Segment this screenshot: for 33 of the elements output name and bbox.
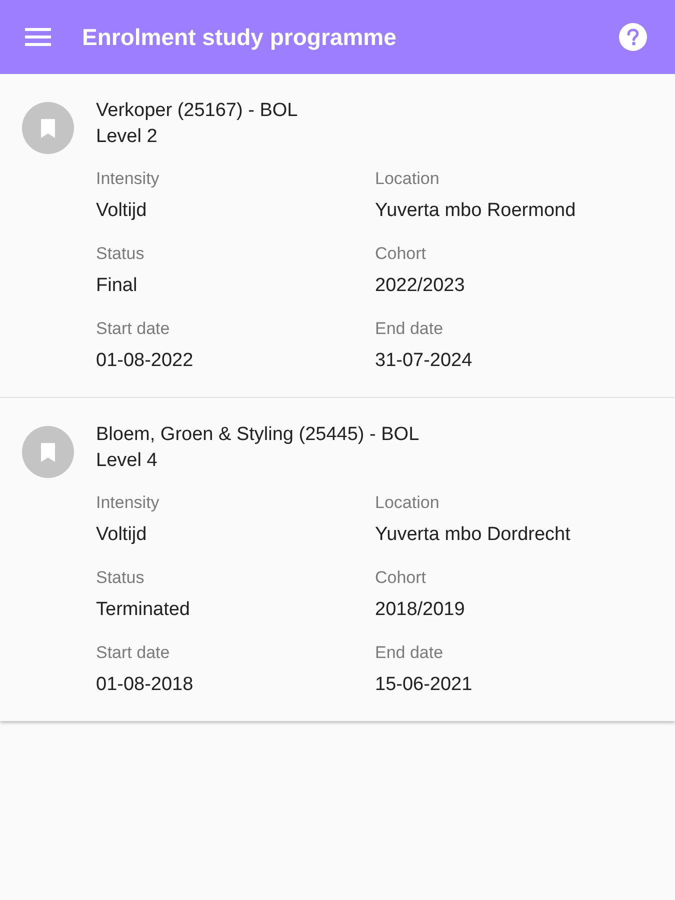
field-label: Cohort <box>375 568 428 588</box>
field-value: 01-08-2018 <box>96 673 194 697</box>
field-value: 31-07-2024 <box>375 349 474 373</box>
programme-title: Verkoper (25167) - BOL <box>96 99 299 123</box>
field-value: Yuverta mbo Roermond <box>375 199 577 223</box>
field-value: 2018/2019 <box>375 598 466 622</box>
field-label: Start date <box>96 319 171 339</box>
field-value: Terminated <box>96 598 191 622</box>
field-label: End date <box>375 319 444 339</box>
field-value: 01-08-2022 <box>96 349 194 373</box>
help-icon <box>619 23 647 51</box>
field-value: Voltijd <box>96 199 148 223</box>
bookmark-icon <box>22 426 74 478</box>
field-value: Yuverta mbo Dordrecht <box>375 523 572 547</box>
bookmark-icon <box>22 102 74 154</box>
field-value: Voltijd <box>96 523 148 547</box>
menu-icon <box>25 28 51 46</box>
field-label: Cohort <box>375 244 428 264</box>
field-label: Location <box>375 169 440 189</box>
field-label: Location <box>375 493 440 513</box>
field-label: Intensity <box>96 493 160 513</box>
programme-title: Bloem, Groen & Styling (25445) - BOL <box>96 423 420 447</box>
programme-level: Level 4 <box>96 449 158 473</box>
field-label: Status <box>96 568 146 588</box>
field-value: Final <box>96 274 138 298</box>
screen-title: Enrolment study programme <box>82 24 398 50</box>
field-label: Start date <box>96 643 171 663</box>
field-value: 2022/2023 <box>375 274 466 298</box>
field-label: End date <box>375 643 444 663</box>
programme-level: Level 2 <box>96 125 158 149</box>
field-label: Status <box>96 244 146 264</box>
field-value: 15-06-2021 <box>375 673 474 697</box>
field-label: Intensity <box>96 169 160 189</box>
